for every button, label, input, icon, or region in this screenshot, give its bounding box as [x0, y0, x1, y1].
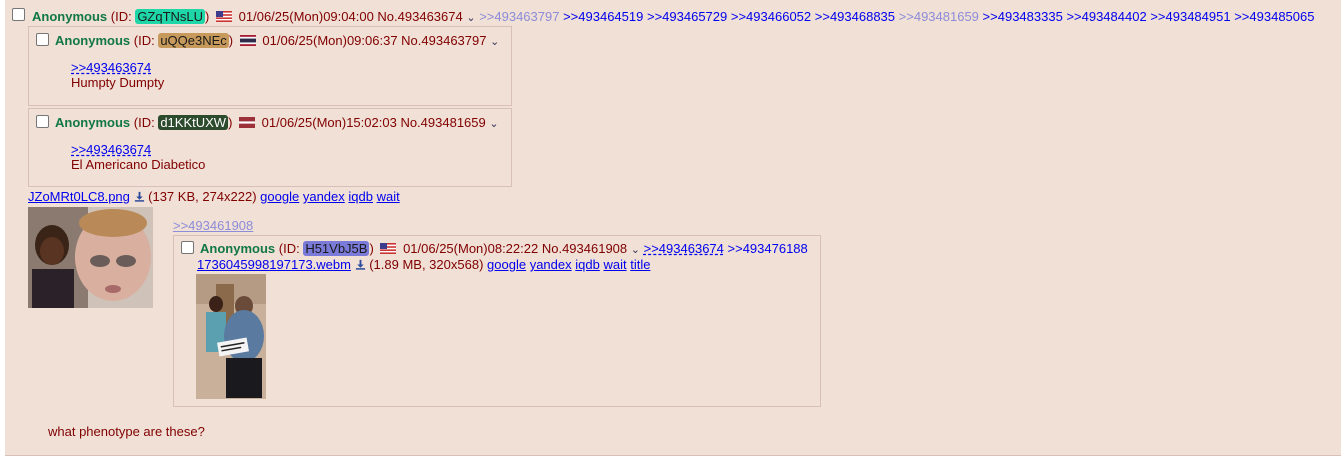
- op-comment: what phenotype are these?: [48, 424, 205, 439]
- chevron-down-icon[interactable]: ⌄: [489, 118, 498, 130]
- inline-quoted-post: Anonymous (ID: H51VbJ5B) 01/06/25(Mon)08…: [173, 235, 821, 407]
- op-post: Anonymous (ID: GZqTNsLU) 01/06/25(Mon)09…: [5, 0, 1341, 456]
- reply-text: Humpty Dumpty: [71, 75, 165, 90]
- reply-body: >>493463674 El Americano Diabetico: [71, 142, 205, 172]
- reply-body: >>493463674 Humpty Dumpty: [71, 60, 164, 90]
- op-post-number[interactable]: No.493463674: [377, 9, 462, 24]
- reply-post-number[interactable]: No.493463797: [401, 33, 486, 48]
- download-icon[interactable]: [134, 191, 145, 202]
- inline-file-link[interactable]: 1736045998197173.webm: [197, 257, 351, 272]
- op-backlink[interactable]: >>493481659: [899, 9, 979, 24]
- wait-search-link[interactable]: wait: [603, 257, 626, 272]
- reply-select-checkbox[interactable]: [36, 33, 49, 46]
- op-file-meta: (137 KB, 274x222): [148, 189, 257, 204]
- op-poster-id[interactable]: GZqTNsLU: [135, 9, 206, 24]
- reply-name: Anonymous: [55, 33, 131, 48]
- op-thumbnail[interactable]: [28, 207, 153, 308]
- reply-text: El Americano Diabetico: [71, 157, 206, 172]
- wait-search-link[interactable]: wait: [377, 189, 400, 204]
- op-select-checkbox[interactable]: [12, 8, 25, 21]
- chevron-down-icon[interactable]: ⌄: [466, 12, 475, 24]
- yandex-search-link[interactable]: yandex: [303, 189, 345, 204]
- inline-thumbnail[interactable]: [196, 274, 266, 399]
- op-file-info: JZoMRt0LC8.png (137 KB, 274x222) google …: [28, 189, 400, 204]
- reply-datetime: 01/06/25(Mon)09:06:37: [262, 33, 398, 48]
- reply-select-checkbox[interactable]: [36, 115, 49, 128]
- reply-id-label: (ID: d1KKtUXW): [133, 115, 233, 130]
- op-header: Anonymous (ID: GZqTNsLU) 01/06/25(Mon)09…: [32, 9, 1314, 24]
- inline-thumbnail-image: [196, 274, 266, 399]
- op-backlink[interactable]: >>493465729: [647, 9, 727, 24]
- inline-backlink[interactable]: >>493476188: [728, 241, 808, 256]
- op-backlink[interactable]: >>493466052: [731, 9, 811, 24]
- op-backlink[interactable]: >>493468835: [815, 9, 895, 24]
- inline-header: Anonymous (ID: H51VbJ5B) 01/06/25(Mon)08…: [200, 241, 808, 256]
- reply-header: Anonymous (ID: d1KKtUXW) 01/06/25(Mon)15…: [55, 115, 499, 130]
- reply-poster-id[interactable]: uQQe3NEc: [158, 33, 229, 48]
- reply-datetime: 01/06/25(Mon)15:02:03: [261, 115, 397, 130]
- inline-datetime: 01/06/25(Mon)08:22:22: [403, 241, 539, 256]
- us-flag-icon: [216, 11, 233, 22]
- op-backlink[interactable]: >>493464519: [563, 9, 643, 24]
- google-search-link[interactable]: google: [260, 189, 299, 204]
- reply-post-number[interactable]: No.493481659: [400, 115, 485, 130]
- iqdb-search-link[interactable]: iqdb: [348, 189, 373, 204]
- inline-id-label: (ID: H51VbJ5B): [278, 241, 374, 256]
- op-datetime: 01/06/25(Mon)09:04:00: [238, 9, 374, 24]
- download-icon[interactable]: [355, 259, 366, 270]
- yandex-search-link[interactable]: yandex: [530, 257, 572, 272]
- latvia-flag-icon: [239, 117, 256, 128]
- reply-poster-id[interactable]: d1KKtUXW: [158, 115, 229, 130]
- op-file-link[interactable]: JZoMRt0LC8.png: [28, 189, 130, 204]
- reply-post: Anonymous (ID: d1KKtUXW) 01/06/25(Mon)15…: [28, 108, 512, 187]
- reply-quotelink[interactable]: >>493463674: [71, 60, 164, 75]
- inline-backlink[interactable]: >>493463674: [644, 241, 724, 256]
- inline-poster-id[interactable]: H51VbJ5B: [303, 241, 370, 256]
- inline-name: Anonymous: [200, 241, 276, 256]
- google-search-link[interactable]: google: [487, 257, 526, 272]
- chevron-down-icon[interactable]: ⌄: [490, 36, 499, 48]
- chevron-down-icon[interactable]: ⌄: [631, 244, 640, 256]
- iqdb-search-link[interactable]: iqdb: [575, 257, 600, 272]
- title-search-link[interactable]: title: [630, 257, 650, 272]
- inline-quotelink[interactable]: >>493461908: [173, 218, 253, 233]
- op-backlink[interactable]: >>493463797: [479, 9, 559, 24]
- us-flag-icon: [380, 243, 397, 254]
- inline-select-checkbox[interactable]: [181, 241, 194, 254]
- thailand-flag-icon: [239, 35, 256, 46]
- op-thumbnail-image: [28, 207, 153, 308]
- op-backlink[interactable]: >>493485065: [1234, 9, 1314, 24]
- reply-name: Anonymous: [55, 115, 131, 130]
- op-backlink[interactable]: >>493484402: [1066, 9, 1146, 24]
- op-backlink[interactable]: >>493483335: [983, 9, 1063, 24]
- op-name: Anonymous: [32, 9, 108, 24]
- inline-file-meta: (1.89 MB, 320x568): [369, 257, 484, 272]
- reply-header: Anonymous (ID: uQQe3NEc) 01/06/25(Mon)09…: [55, 33, 499, 48]
- quote-reference: >>493461908: [173, 218, 253, 233]
- reply-quotelink[interactable]: >>493463674: [71, 142, 205, 157]
- inline-file-info: 1736045998197173.webm (1.89 MB, 320x568)…: [197, 257, 650, 272]
- reply-post: Anonymous (ID: uQQe3NEc) 01/06/25(Mon)09…: [28, 26, 512, 106]
- op-backlink[interactable]: >>493484951: [1150, 9, 1230, 24]
- inline-post-number[interactable]: No.493461908: [542, 241, 627, 256]
- reply-id-label: (ID: uQQe3NEc): [133, 33, 234, 48]
- op-id-label: (ID: GZqTNsLU): [110, 9, 210, 24]
